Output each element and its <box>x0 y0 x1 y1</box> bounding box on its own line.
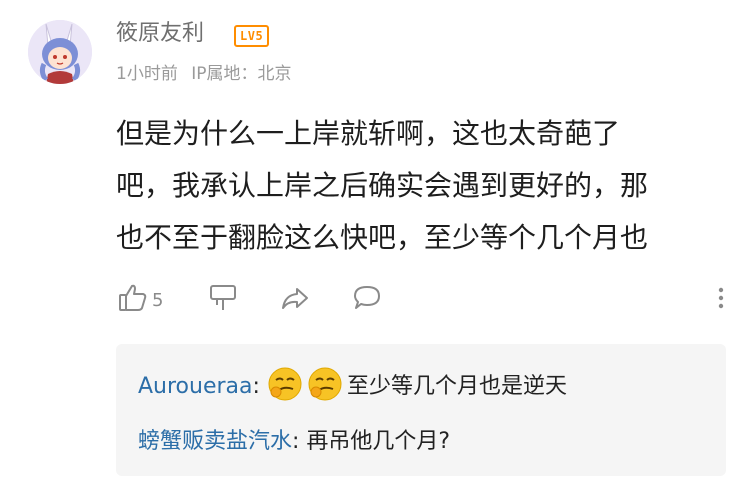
more-vertical-icon <box>704 281 738 319</box>
smirk-face-emoji-icon <box>267 366 303 402</box>
share-button[interactable] <box>278 282 312 318</box>
comment-actions: 5 <box>116 282 726 318</box>
reply-separator: : <box>252 374 260 399</box>
like-button[interactable]: 5 <box>116 282 163 318</box>
thumb-down-icon <box>206 281 240 319</box>
user-level-badge: LV5 <box>234 25 270 47</box>
reply-item[interactable]: Auroueraa: 至少等几个月也是逆天 <box>138 366 567 407</box>
reply-text: 再吊他几个月? <box>299 429 451 454</box>
avatar-image <box>28 20 92 84</box>
dislike-button[interactable] <box>206 282 240 318</box>
comment-line: 吧，我承认上岸之后确实会遇到更好的，那 <box>116 169 649 202</box>
comment-bubble-icon <box>350 281 384 319</box>
thumb-up-icon <box>116 281 150 319</box>
comment-time: 1小时前 <box>116 64 178 84</box>
comment-line: 但是为什么一上岸就斩啊，这也太奇葩了 <box>116 117 621 150</box>
avatar[interactable] <box>28 20 92 84</box>
comment-author-name[interactable]: 筱原友利 <box>116 20 204 48</box>
comment-meta: 1小时前 IP属地：北京 <box>116 62 292 86</box>
reply-preview-box[interactable]: Auroueraa: 至少等几个月也是逆天 螃蟹贩卖盐汽水: 再吊他几个月? <box>116 344 726 476</box>
comment-ip-location: IP属地：北京 <box>191 64 292 84</box>
reply-author[interactable]: 螃蟹贩卖盐汽水 <box>138 429 292 454</box>
reply-author[interactable]: Auroueraa <box>138 374 253 399</box>
smirk-face-emoji-icon <box>307 366 343 402</box>
reply-text: 至少等几个月也是逆天 <box>346 374 567 399</box>
comment-line: 也不至于翻脸这么快吧，至少等个几个月也 <box>116 221 649 254</box>
share-arrow-icon <box>278 281 312 319</box>
reply-item[interactable]: 螃蟹贩卖盐汽水: 再吊他几个月? <box>138 422 450 462</box>
reply-button[interactable] <box>350 282 384 318</box>
comment-body: 但是为什么一上岸就斩啊，这也太奇葩了 吧，我承认上岸之后确实会遇到更好的，那 也… <box>116 108 716 264</box>
like-count: 5 <box>152 289 164 311</box>
more-options-button[interactable] <box>704 282 738 318</box>
